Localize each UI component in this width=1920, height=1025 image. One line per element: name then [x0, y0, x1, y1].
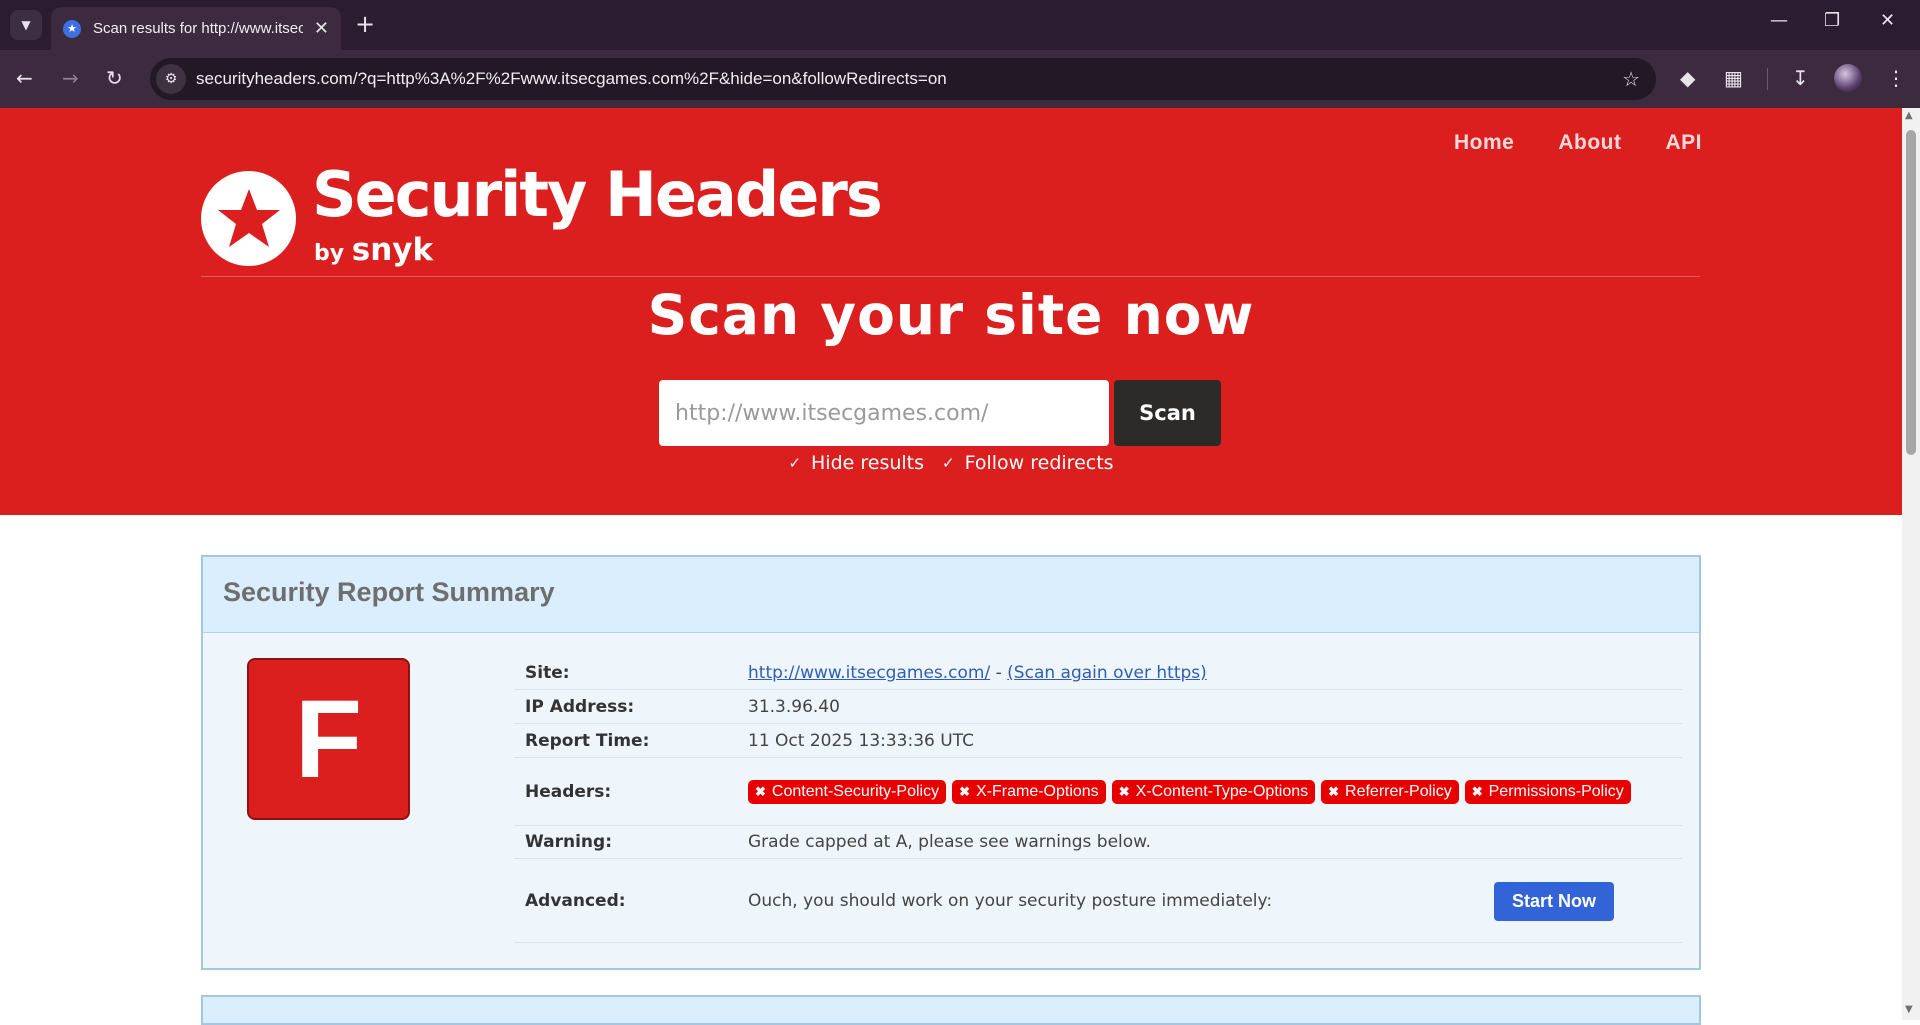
- tab-title: Scan results for http://www.itsecgames.c…: [93, 20, 303, 37]
- cross-icon: ✖: [1471, 783, 1483, 799]
- ip-value: 31.3.96.40: [748, 696, 840, 717]
- profile-avatar[interactable]: [1834, 64, 1862, 92]
- site-row: Site: http://www.itsecgames.com/ - (Scan…: [514, 657, 1682, 690]
- scan-url-input[interactable]: http://www.itsecgames.com/: [659, 380, 1109, 446]
- nav-home-link[interactable]: Home: [1454, 131, 1514, 155]
- report-time-value: 11 Oct 2025 13:33:36 UTC: [748, 730, 974, 751]
- checkmark-icon[interactable]: ✓: [788, 454, 801, 472]
- logo-byline: by snyk: [314, 232, 433, 268]
- extensions-puzzle-icon[interactable]: ▦: [1724, 66, 1743, 90]
- restore-button[interactable]: ❐: [1824, 10, 1840, 31]
- report-title: Security Report Summary: [223, 577, 555, 607]
- cross-icon: ✖: [755, 783, 766, 799]
- start-now-button[interactable]: Start Now: [1493, 882, 1614, 921]
- report-details: Site: http://www.itsecgames.com/ - (Scan…: [514, 657, 1682, 943]
- scan-button[interactable]: Scan: [1114, 380, 1221, 446]
- warning-label: Warning:: [525, 832, 613, 852]
- scroll-up-icon[interactable]: ▲: [1905, 110, 1913, 121]
- tab-search-button[interactable]: ▼: [10, 10, 42, 40]
- missing-header-badge[interactable]: ✖ X-Content-Type-Options: [1111, 779, 1316, 804]
- scroll-down-icon[interactable]: ▼: [1905, 1004, 1913, 1015]
- scan-options: ✓ Hide results ✓ Follow redirects: [0, 452, 1902, 474]
- bookmark-star-icon[interactable]: ☆: [1622, 67, 1640, 91]
- header-name: Content-Security-Policy: [771, 782, 940, 800]
- missing-header-badge[interactable]: ✖ Permissions-Policy: [1464, 779, 1631, 804]
- browser-tab-bar: ▼ ★ Scan results for http://www.itsecgam…: [0, 0, 1920, 50]
- warning-value: Grade capped at A, please see warnings b…: [748, 832, 1151, 852]
- missing-header-badge[interactable]: ✖ Referrer-Policy: [1321, 779, 1459, 804]
- extension-diamond-icon[interactable]: ◆: [1680, 66, 1695, 90]
- header-name: Permissions-Policy: [1488, 782, 1624, 800]
- header-name: X-Content-Type-Options: [1135, 782, 1309, 800]
- site-header: Home About API Security Headers by snyk …: [0, 108, 1902, 515]
- nav-api-link[interactable]: API: [1665, 131, 1702, 155]
- report-time-row: Report Time: 11 Oct 2025 13:33:36 UTC: [514, 724, 1682, 758]
- cross-icon: ✖: [1328, 783, 1340, 799]
- reload-button[interactable]: ↻: [106, 66, 123, 90]
- close-window-button[interactable]: ✕: [1880, 10, 1895, 31]
- browser-toolbar: ← → ↻ ⚙ securityheaders.com/?q=http%3A%2…: [0, 50, 1920, 108]
- address-bar[interactable]: ⚙ securityheaders.com/?q=http%3A%2F%2Fww…: [150, 58, 1656, 100]
- site-label: Site:: [525, 663, 570, 683]
- logo-by-text: by: [314, 241, 345, 266]
- advanced-row: Advanced: Ouch, you should work on your …: [514, 859, 1682, 943]
- site-separator: -: [990, 663, 1008, 683]
- back-button[interactable]: ←: [16, 66, 33, 90]
- next-section-box: [201, 995, 1701, 1025]
- advanced-label: Advanced:: [525, 890, 626, 911]
- site-value: http://www.itsecgames.com/ - (Scan again…: [748, 657, 1682, 689]
- cross-icon: ✖: [959, 783, 970, 799]
- hide-results-label: Hide results: [811, 452, 925, 474]
- menu-kebab-icon[interactable]: ⋮: [1886, 66, 1906, 90]
- headers-label: Headers:: [525, 781, 612, 802]
- toolbar-divider: [1767, 68, 1768, 90]
- url-text: securityheaders.com/?q=http%3A%2F%2Fwww.…: [196, 69, 947, 88]
- browser-tab[interactable]: ★ Scan results for http://www.itsecgames…: [51, 7, 341, 50]
- grade-badge: F: [247, 658, 410, 820]
- cross-icon: ✖: [1118, 783, 1130, 799]
- download-icon[interactable]: ↧: [1792, 66, 1809, 90]
- top-navigation: Home About API: [1454, 131, 1702, 155]
- headers-value: ✖ Content-Security-Policy ✖ X-Frame-Option…: [748, 758, 1682, 825]
- header-name: Referrer-Policy: [1345, 782, 1452, 800]
- missing-header-badge[interactable]: ✖ X-Frame-Options: [952, 779, 1106, 804]
- security-report-summary: Security Report Summary F Site: http://w…: [201, 555, 1701, 970]
- rescan-https-link[interactable]: (Scan again over https): [1007, 663, 1207, 683]
- missing-header-badge[interactable]: ✖ Content-Security-Policy: [748, 779, 947, 804]
- follow-redirects-option[interactable]: ✓ Follow redirects: [942, 452, 1114, 474]
- forward-button[interactable]: →: [62, 66, 79, 90]
- follow-redirects-label: Follow redirects: [964, 452, 1114, 474]
- star-logo-icon[interactable]: [201, 171, 296, 266]
- ip-label: IP Address:: [525, 696, 635, 717]
- minimize-button[interactable]: —: [1770, 10, 1788, 31]
- close-tab-icon[interactable]: ✕: [314, 18, 329, 39]
- report-header: Security Report Summary: [203, 557, 1699, 633]
- headers-row: Headers: ✖ Content-Security-Policy ✖ X-Fra…: [514, 758, 1682, 826]
- favicon-icon: ★: [63, 19, 81, 38]
- report-time-label: Report Time:: [525, 730, 650, 751]
- logo-title[interactable]: Security Headers: [312, 158, 883, 231]
- header-name: X-Frame-Options: [975, 782, 1099, 800]
- scrollbar-thumb[interactable]: [1906, 130, 1916, 455]
- hide-results-option[interactable]: ✓ Hide results: [788, 452, 924, 474]
- new-tab-button[interactable]: +: [355, 12, 375, 36]
- site-link[interactable]: http://www.itsecgames.com/: [748, 663, 990, 683]
- warning-row: Warning: Grade capped at A, please see w…: [514, 826, 1682, 859]
- page-scrollbar[interactable]: ▲ ▼: [1902, 108, 1920, 1020]
- hero-title: Scan your site now: [647, 283, 1255, 347]
- checkmark-icon[interactable]: ✓: [942, 454, 955, 472]
- site-info-icon[interactable]: ⚙: [156, 64, 186, 94]
- header-divider: [201, 276, 1700, 277]
- ip-row: IP Address: 31.3.96.40: [514, 690, 1682, 724]
- logo-brand: snyk: [351, 232, 434, 268]
- nav-about-link[interactable]: About: [1558, 131, 1621, 155]
